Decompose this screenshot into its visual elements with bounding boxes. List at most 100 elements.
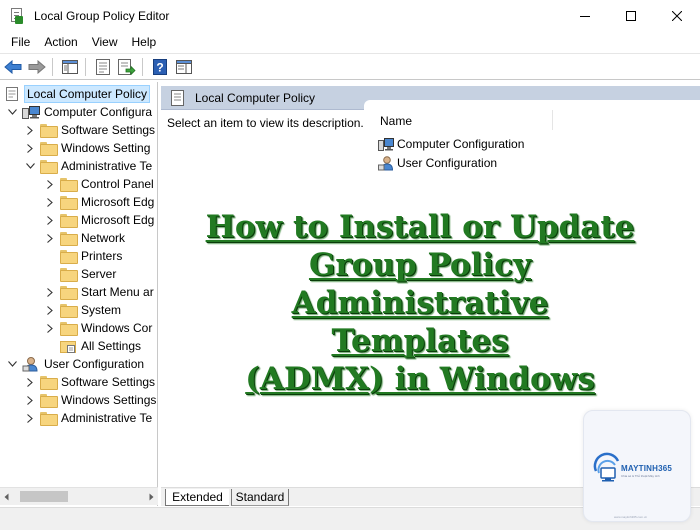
folder-icon	[60, 304, 78, 318]
scroll-left-icon[interactable]	[4, 493, 9, 501]
show-hide-tree-button[interactable]	[59, 56, 81, 78]
chevron-right-icon[interactable]	[24, 142, 36, 154]
folder-icon	[60, 268, 78, 282]
list-item-label: Computer Configuration	[397, 137, 525, 151]
tree-item-user-administrative-templates[interactable]: Administrative Te	[24, 409, 152, 427]
export-list-button[interactable]	[116, 56, 138, 78]
tree-label: Software Settings	[61, 123, 156, 137]
back-button[interactable]	[2, 56, 24, 78]
scrollbar-thumb[interactable]	[20, 491, 68, 502]
tree-item-computer-configuration[interactable]: Computer Configura	[6, 103, 152, 121]
tree-label: Software Settings	[61, 375, 156, 389]
tab-standard[interactable]: Standard	[231, 489, 289, 506]
chevron-right-icon[interactable]	[44, 178, 56, 190]
toolbar-separator	[85, 57, 86, 76]
tree-item-user-configuration[interactable]: User Configuration	[6, 355, 144, 373]
folder-icon	[60, 178, 78, 192]
tree-item-software-settings[interactable]: Software Settings	[24, 121, 155, 139]
tree-item-administrative-templates[interactable]: Administrative Te	[24, 157, 152, 175]
brand-name: MAYTINH365	[621, 464, 673, 473]
chevron-down-icon[interactable]	[6, 358, 18, 370]
scroll-right-icon[interactable]	[149, 493, 154, 501]
chevron-down-icon[interactable]	[6, 106, 18, 118]
show-action-pane-button[interactable]	[173, 56, 195, 78]
details-header-title: Local Computer Policy	[195, 90, 316, 105]
folder-icon	[40, 160, 58, 174]
folder-icon	[60, 322, 78, 336]
tree-item-printers[interactable]: Printers	[44, 247, 122, 265]
minimize-icon	[580, 16, 590, 17]
menu-help[interactable]: Help	[125, 35, 164, 49]
column-separator[interactable]	[552, 110, 553, 130]
chevron-right-icon[interactable]	[44, 196, 56, 208]
tab-extended[interactable]: Extended	[165, 489, 229, 506]
group-policy-icon	[10, 8, 24, 24]
minimize-button[interactable]	[562, 0, 608, 32]
back-arrow-icon	[4, 59, 22, 74]
console-tree[interactable]: Local Computer Policy Computer Configura…	[0, 82, 158, 506]
article-headline: How to Install or Update Group Policy Ad…	[200, 208, 640, 398]
tree-item-windows-settings[interactable]: Windows Setting	[24, 139, 150, 157]
menu-file[interactable]: File	[4, 35, 37, 49]
tree-label: Microsoft Edg	[81, 213, 155, 227]
forward-button[interactable]	[26, 56, 48, 78]
menu-bar: File Action View Help	[0, 32, 700, 52]
tree-item-user-software-settings[interactable]: Software Settings	[24, 373, 155, 391]
brand-url: www.maytinh365.com.vn	[614, 515, 648, 519]
tree-label: Local Computer Policy	[23, 85, 151, 103]
chevron-right-icon[interactable]	[44, 286, 56, 298]
computer-icon	[378, 138, 394, 151]
chevron-right-icon[interactable]	[24, 376, 36, 388]
folder-icon	[60, 232, 78, 246]
tree-label: Windows Setting	[61, 141, 151, 155]
chevron-right-icon[interactable]	[24, 124, 36, 136]
toolbar-separator	[52, 57, 53, 76]
tree-item-microsoft-edge-update[interactable]: Microsoft Edg	[44, 211, 154, 229]
headline-line-3: Administrative Templates	[291, 285, 549, 359]
folder-icon	[40, 124, 58, 138]
menu-action[interactable]: Action	[37, 35, 84, 49]
menu-view[interactable]: View	[85, 35, 125, 49]
help-button[interactable]: ?	[149, 56, 171, 78]
chevron-right-icon[interactable]	[44, 214, 56, 226]
list-item-user-configuration[interactable]: User Configuration	[378, 154, 497, 172]
forward-arrow-icon	[28, 59, 46, 74]
tree-label: Windows Settings	[61, 393, 157, 407]
tree-label: Control Panel	[81, 177, 154, 191]
folder-icon	[60, 196, 78, 210]
close-icon	[672, 11, 682, 21]
tree-item-system[interactable]: System	[44, 301, 121, 319]
tree-item-server[interactable]: Server	[44, 265, 116, 283]
column-header-name[interactable]: Name	[380, 114, 412, 128]
user-icon	[22, 357, 38, 372]
tree-item-network[interactable]: Network	[44, 229, 125, 247]
chevron-down-icon[interactable]	[24, 160, 36, 172]
tree-item-start-menu[interactable]: Start Menu ar	[44, 283, 154, 301]
properties-button[interactable]	[92, 56, 114, 78]
tree-item-microsoft-edge[interactable]: Microsoft Edg	[44, 193, 154, 211]
action-pane-icon	[176, 59, 192, 74]
tree-label: All Settings	[81, 339, 142, 353]
console-tree-icon	[62, 59, 78, 74]
chevron-right-icon[interactable]	[44, 304, 56, 316]
tree-root[interactable]: Local Computer Policy	[4, 85, 151, 103]
chevron-right-icon[interactable]	[44, 322, 56, 334]
tree-item-control-panel[interactable]: Control Panel	[44, 175, 154, 193]
tree-label: Printers	[81, 249, 123, 263]
all-settings-icon	[60, 341, 76, 353]
properties-icon	[96, 58, 110, 75]
window-title: Local Group Policy Editor	[34, 9, 170, 23]
chevron-right-icon[interactable]	[44, 232, 56, 244]
tree-horizontal-scrollbar[interactable]	[0, 487, 158, 505]
toolbar-separator	[142, 57, 143, 76]
tree-item-user-windows-settings[interactable]: Windows Settings	[24, 391, 156, 409]
tree-item-all-settings[interactable]: All Settings	[44, 337, 141, 355]
chevron-right-icon[interactable]	[24, 394, 36, 406]
tree-label: Server	[81, 267, 117, 281]
folder-icon	[60, 214, 78, 228]
maximize-button[interactable]	[608, 0, 654, 32]
tree-item-windows-components[interactable]: Windows Cor	[44, 319, 152, 337]
chevron-right-icon[interactable]	[24, 412, 36, 424]
list-item-computer-configuration[interactable]: Computer Configuration	[378, 135, 524, 153]
close-button[interactable]	[654, 0, 700, 32]
